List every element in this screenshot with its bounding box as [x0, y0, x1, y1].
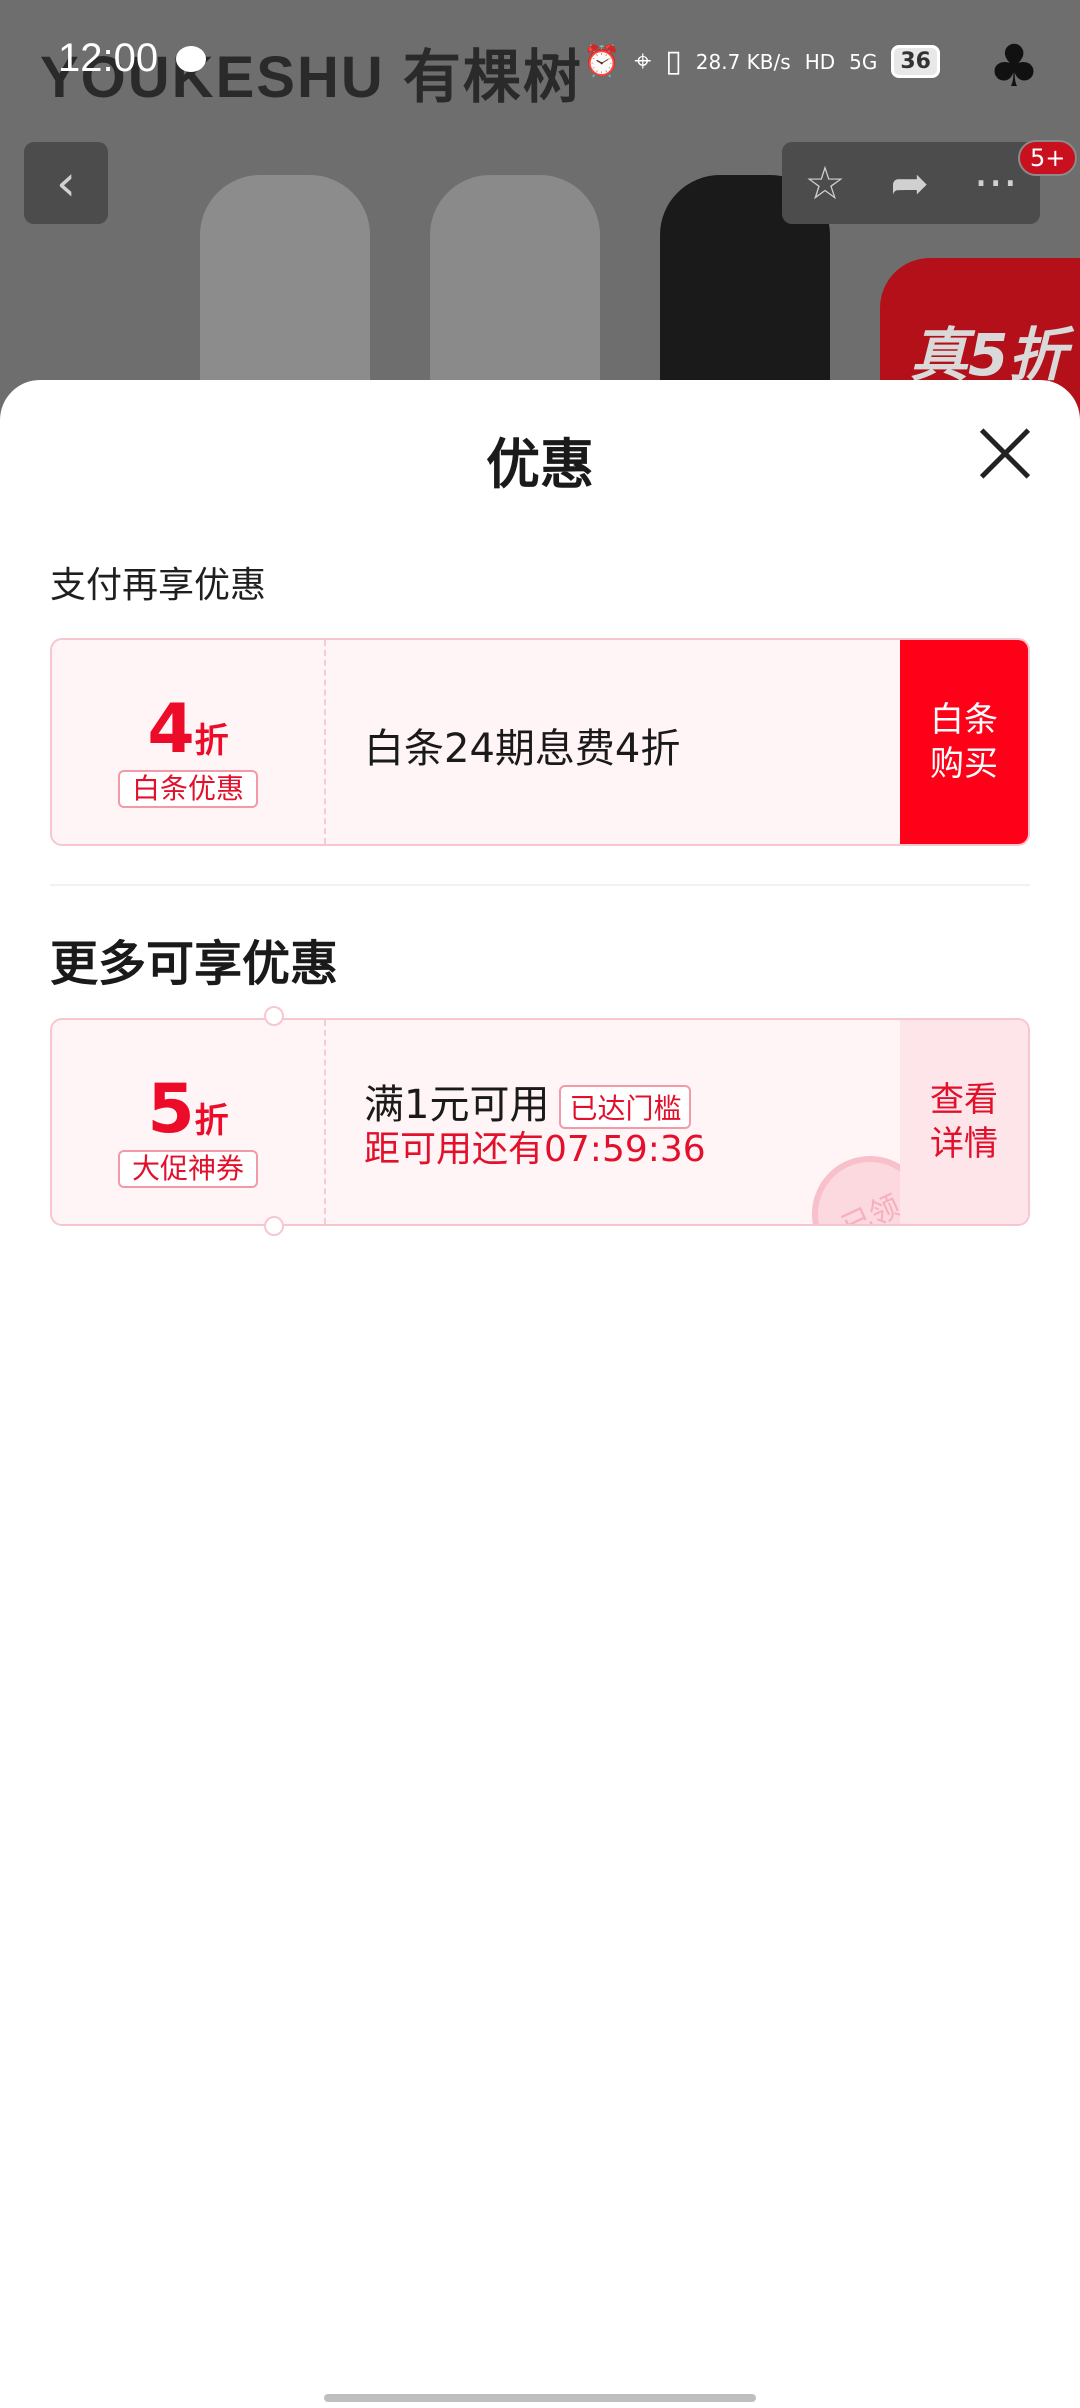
discount-sheet: 优惠 支付再享优惠 4折 白条优惠 白条24期息费4折 白条购买 更多可享优惠 …: [0, 380, 1080, 2408]
top-actions: ☆ ➦ ···: [782, 142, 1040, 224]
discount-number: 4: [147, 690, 195, 769]
star-icon[interactable]: ☆: [804, 156, 845, 210]
ticket-notch-top: [264, 1006, 284, 1026]
share-icon[interactable]: ➦: [890, 156, 929, 210]
more-icon[interactable]: ···: [974, 156, 1018, 210]
coupon-left: 4折 白条优惠: [52, 640, 326, 844]
section-label-payment: 支付再享优惠: [50, 565, 267, 606]
countdown-text: 距可用还有07:59:36: [364, 1129, 706, 1170]
hd-indicator: HD: [804, 49, 836, 74]
club-icon: ♣: [988, 32, 1040, 100]
discount-unit: 折: [194, 721, 229, 761]
location-icon: ⌖: [634, 44, 652, 79]
sheet-title: 优惠: [486, 433, 594, 496]
network-speed: 28.7 KB/s: [695, 49, 791, 74]
vibrate-icon: ▯: [665, 44, 682, 79]
close-icon[interactable]: [978, 426, 1032, 480]
alarm-icon: ⏰: [583, 44, 621, 79]
signal-indicator: 5G: [849, 49, 878, 74]
ticket-notch-bottom: [264, 1216, 284, 1236]
coupon-tag: 白条优惠: [118, 770, 258, 808]
view-details-button[interactable]: 查看详情: [900, 1020, 1028, 1224]
product-image-sock-white: [200, 175, 370, 405]
chevron-left-icon: ‹: [56, 154, 76, 212]
coupon-left: 5折 大促神券: [52, 1020, 326, 1224]
coupon-discount: 4折: [52, 690, 324, 769]
status-time: 12:00: [58, 36, 159, 80]
coupon-card-baitiao: 4折 白条优惠 白条24期息费4折 白条购买: [50, 638, 1030, 846]
discount-unit: 折: [194, 1101, 229, 1141]
discount-number: 5: [147, 1070, 195, 1149]
message-icon: [176, 46, 206, 72]
battery-icon: 36: [891, 45, 940, 78]
coupon-card-promo: 5折 大促神券 满1元可用 已达门槛 距可用还有07:59:36 已领 查看详情: [50, 1018, 1030, 1226]
coupon-discount: 5折: [52, 1070, 324, 1149]
section-title-more: 更多可享优惠: [50, 936, 339, 992]
baitiao-buy-button[interactable]: 白条购买: [900, 640, 1028, 844]
notification-badge: 5+: [1018, 140, 1078, 176]
status-icons: ⏰ ⌖ ▯ 28.7 KB/s HD 5G 36: [583, 44, 940, 79]
coupon-description: 白条24期息费4折: [364, 726, 681, 772]
back-button[interactable]: ‹: [24, 142, 108, 224]
product-image-sock-grey: [430, 175, 600, 405]
coupon-tag: 大促神券: [118, 1150, 258, 1188]
status-bar: 12:00 ⏰ ⌖ ▯ 28.7 KB/s HD 5G 36 ♣: [58, 32, 1040, 100]
divider: [50, 884, 1030, 886]
home-indicator[interactable]: [324, 2394, 756, 2402]
